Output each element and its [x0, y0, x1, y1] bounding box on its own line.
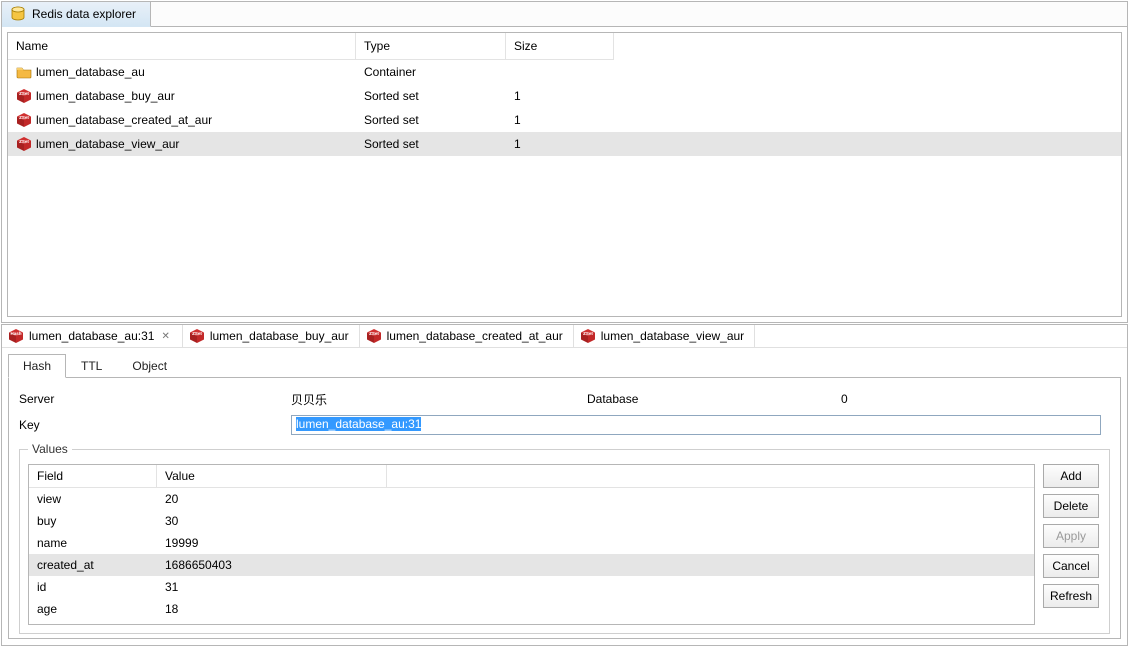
key-input[interactable]: lumen_database_au:31	[291, 415, 1101, 435]
key-tree-header: Name Type Size	[8, 33, 1121, 60]
tree-row-size: 1	[506, 87, 614, 105]
apply-button[interactable]: Apply	[1043, 524, 1099, 548]
zset-icon: ZSet	[189, 328, 205, 344]
tree-row-name: lumen_database_au	[36, 65, 145, 79]
values-value: 18	[157, 600, 387, 618]
tree-row-type: Sorted set	[356, 87, 506, 105]
svg-text:ZSet: ZSet	[19, 115, 29, 120]
key-label: Key	[17, 418, 291, 432]
hash-panel: Server 贝贝乐 Database 0 Key lumen_database…	[8, 377, 1121, 639]
tree-row-name: lumen_database_buy_aur	[36, 89, 175, 103]
values-row[interactable]: age18	[29, 598, 1034, 620]
col-name[interactable]: Name	[8, 33, 356, 60]
values-value: 31	[157, 578, 387, 596]
editor-tab-label: lumen_database_view_aur	[601, 329, 744, 343]
svg-text:ZSet: ZSet	[19, 139, 29, 144]
refresh-button[interactable]: Refresh	[1043, 584, 1099, 608]
values-legend: Values	[28, 442, 72, 456]
values-row[interactable]: name19999	[29, 532, 1034, 554]
delete-button[interactable]: Delete	[1043, 494, 1099, 518]
tree-row[interactable]: lumen_database_au Container	[8, 60, 1121, 84]
editor-tabbar: Hash lumen_database_au:31 ✕ ZSet lumen_datab…	[2, 325, 1127, 348]
values-field: age	[29, 600, 157, 618]
subtab-ttl[interactable]: TTL	[66, 354, 117, 378]
editor-tab-label: lumen_database_au:31	[29, 329, 154, 343]
server-label: Server	[17, 392, 291, 406]
values-value: 20	[157, 490, 387, 508]
svg-text:ZSet: ZSet	[19, 91, 29, 96]
cancel-button[interactable]: Cancel	[1043, 554, 1099, 578]
tree-row-size: 1	[506, 135, 614, 153]
values-field: created_at	[29, 556, 157, 574]
svg-text:ZSet: ZSet	[583, 331, 593, 336]
values-actions: Add Delete Apply Cancel Refresh	[1043, 464, 1101, 625]
explorer-tab-label: Redis data explorer	[32, 7, 136, 21]
subtab-hash[interactable]: Hash	[8, 354, 66, 378]
editor-tab[interactable]: ZSet lumen_database_view_aur	[574, 325, 755, 347]
zset-icon: ZSet	[16, 88, 32, 104]
col-size[interactable]: Size	[506, 33, 614, 60]
add-button[interactable]: Add	[1043, 464, 1099, 488]
close-icon[interactable]: ✕	[159, 331, 171, 342]
tree-row-name: lumen_database_view_aur	[36, 137, 179, 151]
tree-row-type: Sorted set	[356, 135, 506, 153]
key-row: Key lumen_database_au:31	[17, 412, 1112, 438]
zset-icon: ZSet	[16, 112, 32, 128]
col-type[interactable]: Type	[356, 33, 506, 60]
database-label: Database	[587, 392, 841, 406]
explorer-pane: Redis data explorer Name Type Size lumen…	[1, 1, 1128, 323]
values-value: 1686650403	[157, 556, 387, 574]
values-row[interactable]: view20	[29, 488, 1034, 510]
tree-row-name: lumen_database_created_at_aur	[36, 113, 212, 127]
values-field: buy	[29, 512, 157, 530]
editor-tab[interactable]: ZSet lumen_database_created_at_aur	[360, 325, 574, 347]
values-col-value[interactable]: Value	[157, 465, 387, 488]
subtab-object[interactable]: Object	[117, 354, 182, 378]
values-value: 30	[157, 512, 387, 530]
tree-row[interactable]: ZSet lumen_database_created_at_aur Sorted …	[8, 108, 1121, 132]
zset-icon: ZSet	[580, 328, 596, 344]
values-value: 19999	[157, 534, 387, 552]
editor-tab[interactable]: Hash lumen_database_au:31 ✕	[2, 325, 183, 347]
editor-tab-label: lumen_database_buy_aur	[210, 329, 349, 343]
svg-text:Hash: Hash	[10, 331, 21, 336]
values-field: name	[29, 534, 157, 552]
tree-row-size: 1	[506, 111, 614, 129]
values-row[interactable]: buy30	[29, 510, 1034, 532]
tree-row-type: Sorted set	[356, 111, 506, 129]
values-row[interactable]: id31	[29, 576, 1034, 598]
hash-icon: Hash	[8, 328, 24, 344]
database-icon	[10, 6, 26, 22]
zset-icon: ZSet	[16, 136, 32, 152]
values-group: Values Field Value view20buy30name19999c…	[19, 442, 1110, 634]
values-col-field[interactable]: Field	[29, 465, 157, 488]
editor-tab-label: lumen_database_created_at_aur	[387, 329, 563, 343]
detail-subtabs: Hash TTL Object	[8, 354, 1121, 378]
tab-redis-explorer[interactable]: Redis data explorer	[2, 2, 151, 27]
folder-icon	[16, 64, 32, 80]
tree-row[interactable]: ZSet lumen_database_buy_aur Sorted set1	[8, 84, 1121, 108]
key-tree[interactable]: Name Type Size lumen_database_au Containe…	[7, 32, 1122, 317]
explorer-tabbar: Redis data explorer	[2, 2, 1127, 27]
tree-row-type: Container	[356, 63, 506, 81]
values-table[interactable]: Field Value view20buy30name19999created_…	[28, 464, 1035, 625]
tree-row-size	[506, 70, 614, 74]
values-row[interactable]: created_at1686650403	[29, 554, 1034, 576]
editor-tab[interactable]: ZSet lumen_database_buy_aur	[183, 325, 360, 347]
values-field: id	[29, 578, 157, 596]
editor-pane: Hash lumen_database_au:31 ✕ ZSet lumen_datab…	[1, 324, 1128, 646]
zset-icon: ZSet	[366, 328, 382, 344]
database-value: 0	[841, 392, 848, 406]
values-field: view	[29, 490, 157, 508]
tree-row[interactable]: ZSet lumen_database_view_aur Sorted set1	[8, 132, 1121, 156]
svg-text:ZSet: ZSet	[192, 331, 202, 336]
server-row: Server 贝贝乐 Database 0	[17, 386, 1112, 412]
server-value: 贝贝乐	[291, 391, 587, 408]
svg-text:ZSet: ZSet	[369, 331, 379, 336]
